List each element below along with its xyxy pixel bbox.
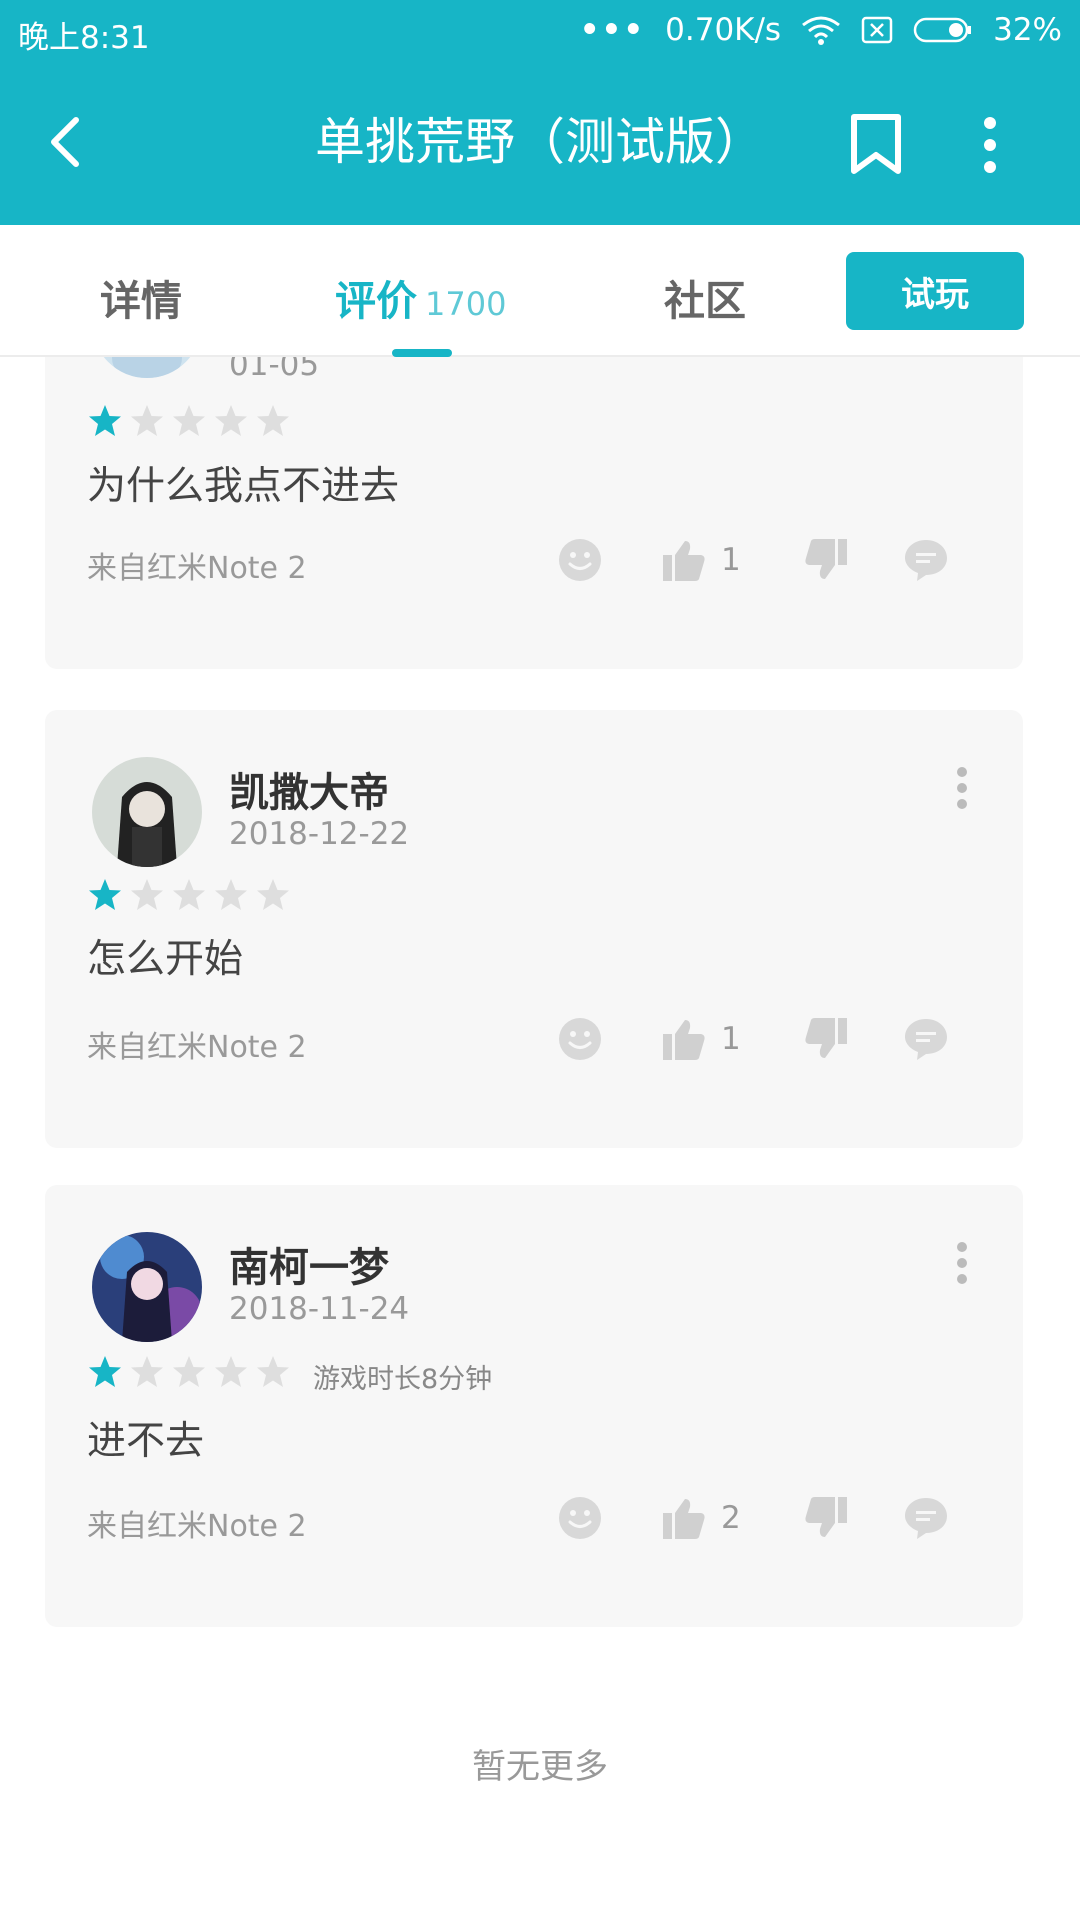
avatar[interactable] xyxy=(92,757,202,867)
thumbs-up-icon xyxy=(663,1020,705,1060)
star-empty-icon xyxy=(131,1356,163,1387)
review-content: 怎么开始 xyxy=(87,937,244,982)
star-empty-icon xyxy=(257,405,289,436)
react-button[interactable] xyxy=(557,537,603,583)
thumbs-down-icon xyxy=(805,1018,847,1058)
review-card: 南柯一梦 2018-11-24 游戏时长8分钟 进不去 来自红米Note 2 2 xyxy=(45,1185,1023,1627)
status-right: ••• 0.70K/s 32% xyxy=(580,12,1062,48)
star-empty-icon xyxy=(215,879,247,910)
battery-level: 32% xyxy=(993,12,1062,48)
tab-details[interactable]: 详情 xyxy=(100,267,182,327)
dislike-button[interactable] xyxy=(803,1495,849,1541)
rating-stars xyxy=(87,403,291,439)
no-sim-icon xyxy=(861,16,893,44)
wifi-icon xyxy=(801,15,841,45)
comment-button[interactable] xyxy=(903,1016,949,1062)
reviewer-name[interactable]: 南柯一梦 xyxy=(229,1235,389,1293)
thumbs-up-icon xyxy=(663,1499,705,1539)
tab-reviews-label: 评价 xyxy=(335,277,417,325)
smiley-icon xyxy=(559,539,601,581)
review-content: 为什么我点不进去 xyxy=(87,464,400,509)
comment-icon xyxy=(905,1019,947,1060)
star-empty-icon xyxy=(173,879,205,910)
bookmark-icon[interactable] xyxy=(846,113,906,175)
review-date: 01-05 xyxy=(229,357,320,383)
play-time: 游戏时长8分钟 xyxy=(313,1364,493,1395)
react-button[interactable] xyxy=(557,1016,603,1062)
like-count: 1 xyxy=(721,542,741,578)
try-play-button[interactable]: 试玩 xyxy=(846,252,1024,330)
like-count: 1 xyxy=(721,1021,741,1057)
star-empty-icon xyxy=(173,405,205,436)
device-info: 来自红米Note 2 xyxy=(87,1509,307,1544)
more-notifications-icon: ••• xyxy=(579,12,646,48)
like-count: 2 xyxy=(721,1500,741,1536)
more-options-icon[interactable] xyxy=(975,115,1005,175)
smiley-icon xyxy=(559,1497,601,1539)
rating-stars xyxy=(87,877,291,913)
tab-community[interactable]: 社区 xyxy=(664,267,746,327)
status-time: 晚上8:31 xyxy=(18,20,150,56)
review-card: 凯撒大帝 2018-12-22 怎么开始 来自红米Note 2 1 xyxy=(45,710,1023,1148)
star-filled-icon xyxy=(89,879,121,910)
review-date: 2018-12-22 xyxy=(229,816,410,852)
thumbs-down-icon xyxy=(805,539,847,579)
star-empty-icon xyxy=(257,879,289,910)
like-button[interactable]: 2 xyxy=(661,1495,741,1541)
thumbs-down-icon xyxy=(805,1497,847,1537)
device-info: 来自红米Note 2 xyxy=(87,1030,307,1065)
avatar[interactable] xyxy=(92,357,202,378)
star-empty-icon xyxy=(257,1356,289,1387)
comment-button[interactable] xyxy=(903,1495,949,1541)
like-button[interactable]: 1 xyxy=(661,537,741,583)
tab-reviews[interactable]: 评价 1700 xyxy=(335,267,506,327)
star-empty-icon xyxy=(131,405,163,436)
rating-stars xyxy=(87,1354,291,1390)
react-button[interactable] xyxy=(557,1495,603,1541)
dislike-button[interactable] xyxy=(803,1016,849,1062)
thumbs-up-icon xyxy=(663,541,705,581)
avatar[interactable] xyxy=(92,1232,202,1342)
like-button[interactable]: 1 xyxy=(661,1016,741,1062)
battery-icon xyxy=(913,16,973,44)
review-more-icon[interactable] xyxy=(956,1241,968,1285)
review-date: 2018-11-24 xyxy=(229,1291,410,1327)
top-bar: 晚上8:31 ••• 0.70K/s 32% 单挑荒野（测试版） xyxy=(0,0,1080,225)
review-content: 进不去 xyxy=(87,1419,205,1464)
reviewer-name[interactable]: 凯撒大帝 xyxy=(229,760,389,818)
dislike-button[interactable] xyxy=(803,537,849,583)
comment-icon xyxy=(905,1498,947,1539)
review-list[interactable]: 01-05 为什么我点不进去 来自红米Note 2 1 凯撒大帝 2018-12… xyxy=(0,357,1080,1920)
tab-indicator xyxy=(392,349,452,357)
star-empty-icon xyxy=(131,879,163,910)
no-more-label: 暂无更多 xyxy=(472,1747,608,1787)
review-more-icon[interactable] xyxy=(956,766,968,810)
star-empty-icon xyxy=(173,1356,205,1387)
star-empty-icon xyxy=(215,405,247,436)
comment-button[interactable] xyxy=(903,537,949,583)
smiley-icon xyxy=(559,1018,601,1060)
star-filled-icon xyxy=(89,405,121,436)
review-card: 01-05 为什么我点不进去 来自红米Note 2 1 xyxy=(45,357,1023,669)
tab-reviews-count: 1700 xyxy=(425,285,507,323)
star-empty-icon xyxy=(215,1356,247,1387)
network-speed: 0.70K/s xyxy=(665,12,782,48)
star-filled-icon xyxy=(89,1356,121,1387)
page-title: 单挑荒野（测试版） xyxy=(315,113,765,171)
device-info: 来自红米Note 2 xyxy=(87,551,307,586)
comment-icon xyxy=(905,540,947,581)
status-bar: 晚上8:31 ••• 0.70K/s 32% xyxy=(0,0,1080,60)
